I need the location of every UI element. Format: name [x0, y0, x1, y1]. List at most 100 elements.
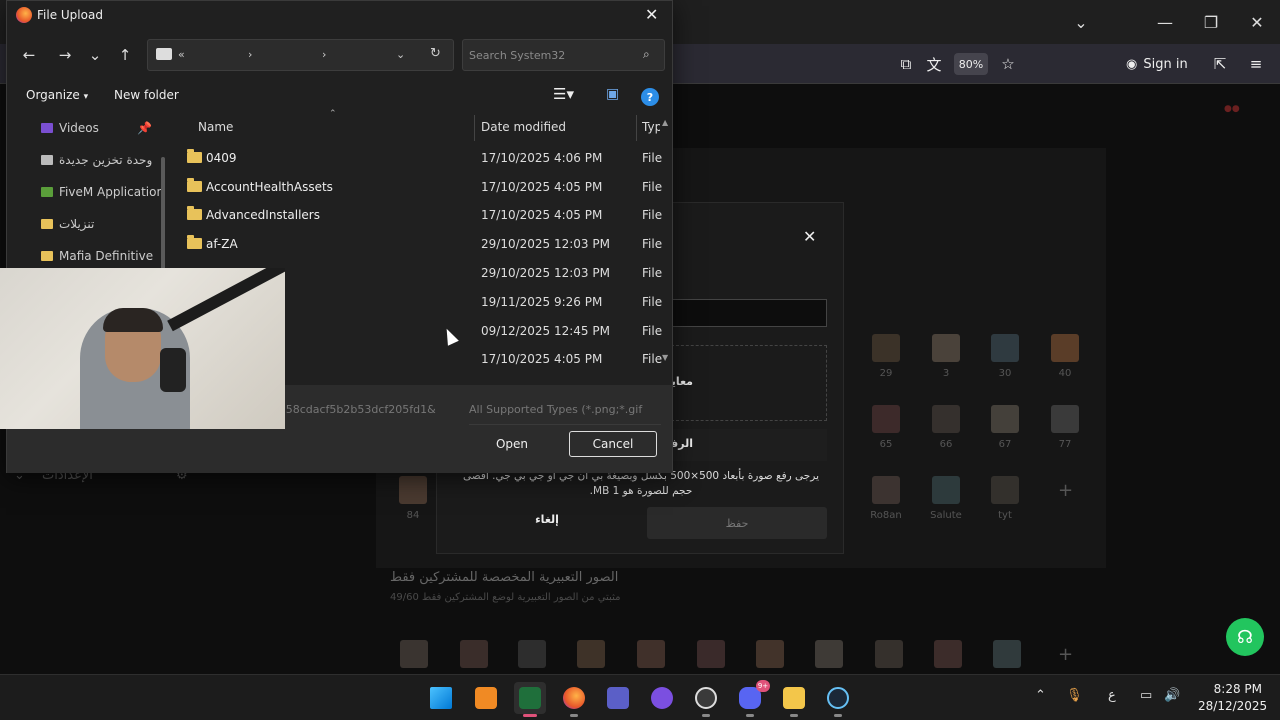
table-row[interactable]: AdvancedInstallers 17/10/2025 4:05 PM Fi… [167, 202, 662, 230]
file-type-select[interactable]: All Supported Types (*.png;*.gif [469, 403, 661, 425]
emoji-item[interactable]: Salute [918, 476, 974, 521]
add-emoji-icon[interactable]: + [1058, 480, 1073, 501]
emoji-item[interactable]: 29 [858, 334, 914, 379]
tab-list-chevron-icon[interactable]: ⌄ [1058, 8, 1104, 36]
mic-arm [167, 268, 285, 332]
new-folder-button[interactable]: New folder [114, 88, 179, 102]
column-divider[interactable] [474, 115, 475, 141]
file-type: File [642, 208, 662, 222]
help-icon[interactable]: ? [641, 88, 659, 106]
support-chat-button[interactable]: ☊ [1226, 618, 1264, 656]
running-indicator [790, 714, 798, 717]
up-arrow-icon[interactable]: ↑ [115, 45, 135, 65]
modal-cancel-button[interactable]: إلغاء [517, 513, 577, 526]
sidebar-item-downloads[interactable]: تنزيلات [41, 217, 169, 237]
volume-icon[interactable]: 🔊 [1164, 688, 1180, 703]
column-header-name[interactable]: Name [198, 120, 233, 134]
taskbar-firefox[interactable] [558, 682, 590, 717]
taskbar-steam[interactable] [822, 682, 854, 717]
search-box[interactable]: ⌕ [462, 39, 665, 71]
taskbar-app[interactable] [602, 682, 634, 714]
organize-button[interactable]: Organize ▾ [26, 88, 88, 102]
emoji-item[interactable]: 65 [858, 405, 914, 450]
system-clock[interactable]: 8:28 PM 28/12/2025 [1198, 681, 1267, 715]
tray-overflow-icon[interactable]: ⌃ [1035, 688, 1046, 703]
folder-icon [187, 149, 202, 163]
clock-time: 8:28 PM [1213, 682, 1262, 696]
emoji-item[interactable]: 3 [918, 334, 974, 379]
modal-save-button[interactable]: حفظ [647, 507, 827, 539]
translate-icon[interactable]: 文 [922, 52, 946, 76]
taskbar-app[interactable] [646, 682, 678, 714]
upload-drop-zone[interactable] [671, 345, 827, 421]
close-window-button[interactable]: ✕ [1234, 8, 1280, 36]
breadcrumb-overflow[interactable]: « [178, 48, 185, 61]
close-icon[interactable]: ✕ [803, 227, 816, 246]
sidebar-item-mafia[interactable]: Mafia Definitive [41, 249, 169, 269]
language-indicator[interactable]: ع [1108, 688, 1116, 703]
taskbar-discord[interactable]: 9+ [734, 680, 770, 717]
taskbar-explorer[interactable] [778, 682, 810, 717]
emoji-item[interactable]: Ro8an [858, 476, 914, 521]
emoji-item[interactable]: 30 [977, 334, 1033, 379]
microphone-icon[interactable]: 🎙 [1066, 688, 1083, 703]
breadcrumb-chevron-icon[interactable]: › [322, 48, 326, 61]
dialog-close-button[interactable]: ✕ [645, 5, 658, 24]
emoji-item[interactable]: 66 [918, 405, 974, 450]
sidebar-item-fivem[interactable]: FiveM Application [41, 185, 169, 205]
taskbar-app[interactable] [470, 682, 502, 714]
running-indicator [834, 714, 842, 717]
search-icon[interactable]: ⌕ [643, 47, 650, 62]
scroll-up-icon[interactable]: ▲ [662, 118, 668, 127]
column-header-type[interactable]: Type [642, 120, 660, 134]
network-icon[interactable]: ▭ [1140, 688, 1152, 703]
extensions-icon[interactable]: ⇱ [1208, 52, 1232, 76]
column-header-date[interactable]: Date modified [481, 120, 566, 134]
restore-button[interactable]: ❐ [1188, 8, 1234, 36]
sort-up-icon: ⌃ [329, 109, 337, 119]
refresh-icon[interactable]: ↻ [430, 46, 441, 61]
search-input[interactable] [469, 46, 629, 64]
notification-dot: ●● [1224, 104, 1240, 114]
open-button[interactable]: Open [469, 431, 555, 457]
cancel-button[interactable]: Cancel [569, 431, 657, 457]
address-bar[interactable]: « › › ⌄ ↻ [147, 39, 454, 71]
view-options-icon[interactable]: ☰▾ [553, 85, 574, 103]
sidebar-item-drive[interactable]: وحدة تخزين جديدة [41, 153, 169, 173]
table-row[interactable]: 0409 17/10/2025 4:06 PM File [167, 145, 662, 173]
emoji-name-input[interactable] [671, 299, 827, 327]
upload-button[interactable] [671, 429, 827, 461]
file-type: File [642, 324, 662, 338]
emoji-item[interactable]: 84 [385, 476, 441, 521]
breadcrumb-chevron-icon[interactable]: › [248, 48, 252, 61]
emoji-item[interactable]: 77 [1037, 405, 1093, 450]
table-row[interactable]: AccountHealthAssets 17/10/2025 4:05 PM F… [167, 174, 662, 202]
bookmark-star-icon[interactable]: ☆ [996, 52, 1020, 76]
emoji-item[interactable]: tyt [977, 476, 1033, 521]
picture-in-picture-icon[interactable]: ⧉ [894, 52, 918, 76]
emoji-item[interactable]: 67 [977, 405, 1033, 450]
file-type: File [642, 295, 662, 309]
address-dropdown-icon[interactable]: ⌄ [396, 48, 405, 61]
file-name-field[interactable]: a58cdacf5b2b53dcf205fd1& [279, 403, 459, 425]
file-date: 29/10/2025 12:03 PM [481, 237, 610, 251]
scroll-down-icon[interactable]: ▼ [662, 353, 668, 362]
zoom-level-badge[interactable]: 80% [954, 53, 988, 75]
table-row[interactable]: af-ZA 29/10/2025 12:03 PM File [167, 231, 662, 259]
recent-chevron-icon[interactable]: ⌄ [85, 45, 105, 65]
minimize-button[interactable]: — [1142, 8, 1188, 36]
add-emoji-icon[interactable]: + [1058, 644, 1073, 665]
sidebar-scrollbar[interactable] [161, 157, 165, 277]
sign-in-button[interactable]: ◉ Sign in [1126, 50, 1200, 78]
start-button[interactable] [425, 682, 457, 714]
preview-pane-icon[interactable]: ▣ [606, 86, 619, 102]
emoji-item[interactable]: 40 [1037, 334, 1093, 379]
taskbar-app[interactable] [690, 682, 722, 717]
column-divider[interactable] [636, 115, 637, 141]
taskbar-app[interactable] [514, 682, 546, 717]
forward-arrow-icon[interactable]: → [55, 45, 75, 65]
sidebar-item-videos[interactable]: Videos 📌 [41, 121, 169, 141]
back-arrow-icon[interactable]: ← [19, 45, 39, 65]
dialog-title-bar: File Upload ✕ [7, 1, 672, 31]
menu-icon[interactable]: ≡ [1244, 52, 1268, 76]
